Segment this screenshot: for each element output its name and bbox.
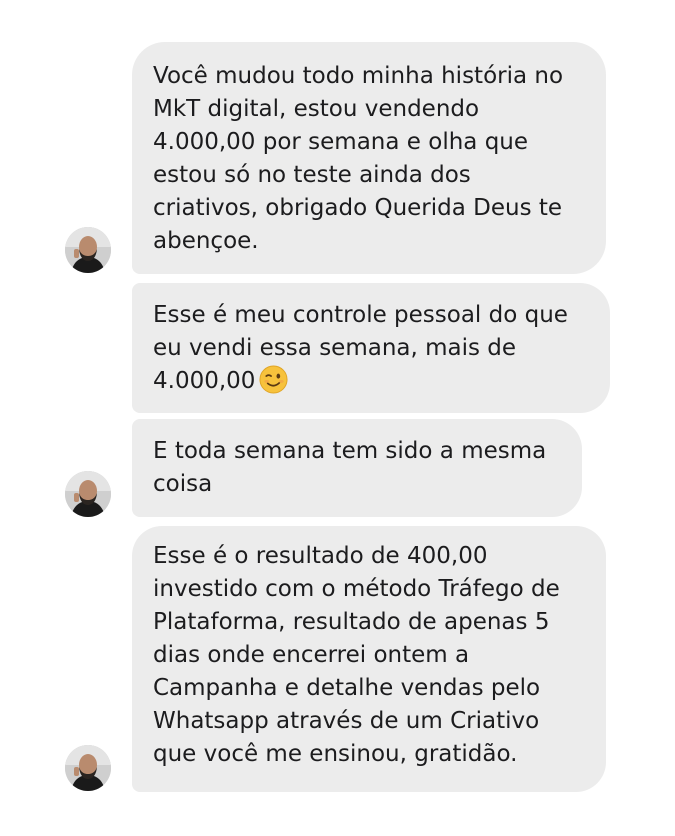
sender-avatar[interactable]	[65, 745, 111, 791]
avatar-photo-icon	[65, 227, 111, 273]
avatar-photo-icon	[65, 745, 111, 791]
message-text-2: Esse é meu controle pessoal do que eu ve…	[153, 302, 568, 394]
message-text-3: E toda semana tem sido a mesma coisa	[153, 438, 547, 497]
message-bubble-4[interactable]: Esse é o resultado de 400,00 investido c…	[132, 526, 606, 792]
message-bubble-3[interactable]: E toda semana tem sido a mesma coisa	[132, 419, 582, 517]
message-text-4: Esse é o resultado de 400,00 investido c…	[153, 543, 560, 767]
winking-face-icon	[259, 365, 288, 394]
message-text-1: Você mudou todo minha história no MkT di…	[153, 63, 564, 254]
message-bubble-2[interactable]: Esse é meu controle pessoal do que eu ve…	[132, 283, 610, 413]
avatar-photo-icon	[65, 471, 111, 517]
sender-avatar[interactable]	[65, 471, 111, 517]
message-bubble-1[interactable]: Você mudou todo minha história no MkT di…	[132, 42, 606, 274]
sender-avatar[interactable]	[65, 227, 111, 273]
